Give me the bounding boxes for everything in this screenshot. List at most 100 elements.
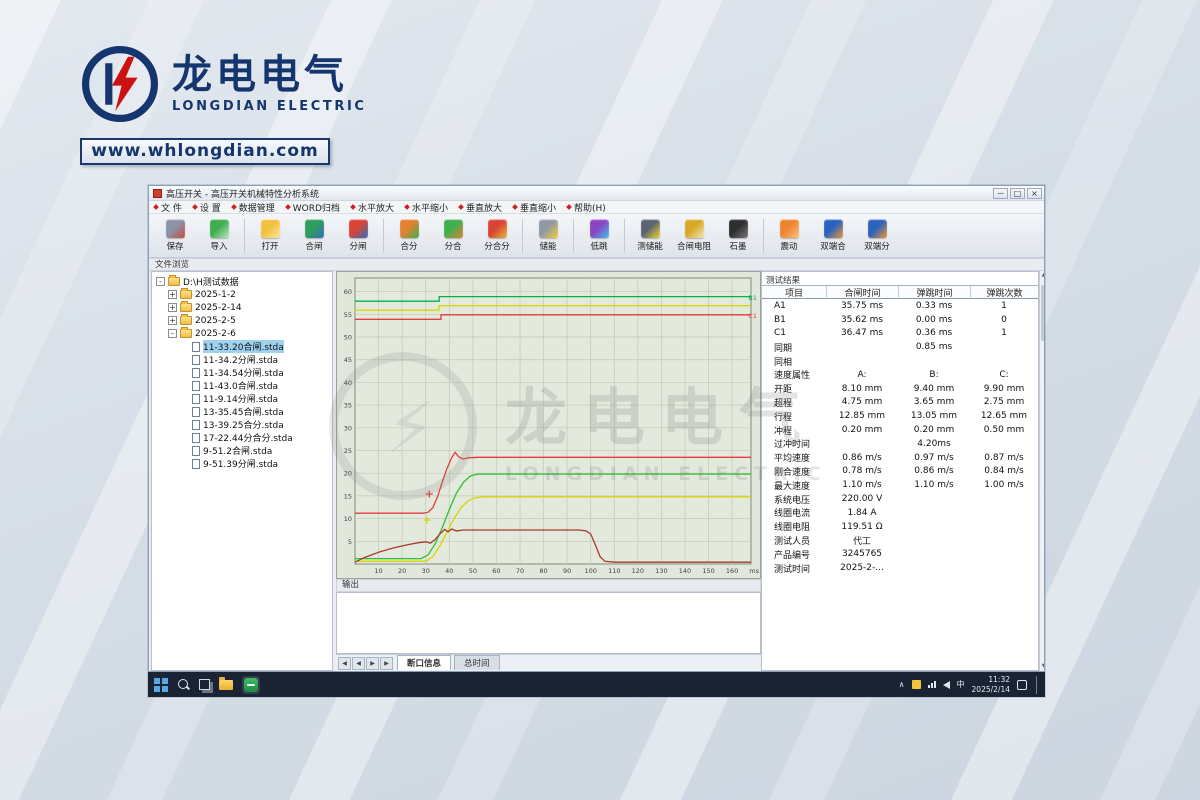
svg-text:140: 140 [679, 567, 691, 575]
svg-text:25: 25 [344, 447, 352, 455]
toolbar-button-trip-switch[interactable]: 分闸 [336, 215, 380, 256]
toolbar-button-energy-storage[interactable]: 储能 [526, 215, 570, 256]
toolbar-button-dual-close[interactable]: 双端合 [811, 215, 855, 256]
brand-name-en: LONGDIAN ELECTRIC [172, 99, 367, 114]
menu-item[interactable]: 垂直放大 [459, 201, 502, 214]
tree-file[interactable]: 9-51.39分闸.stda [154, 457, 330, 470]
show-desktop-button[interactable] [1036, 676, 1039, 694]
tab-nav-button[interactable]: ▶ [380, 657, 393, 670]
toolbar-button-vibration[interactable]: 震动 [767, 215, 811, 256]
minimize-button[interactable]: － [993, 188, 1008, 199]
tab-nav-button[interactable]: ▶ [366, 657, 379, 670]
start-button-icon[interactable] [154, 678, 168, 692]
app-window: 高压开关 - 高压开关机械特性分析系统 － □ × 文 件设 置数据管理 WORD… [148, 185, 1045, 672]
tray-shield-icon[interactable] [912, 680, 921, 689]
results-caption: 测试结果 [762, 272, 1038, 285]
toolbar-button-import[interactable]: 导入 [197, 215, 241, 256]
scroll-down-arrow[interactable]: ▼ [1040, 662, 1045, 671]
file-explorer-icon[interactable] [219, 680, 233, 690]
desktop-screenshot: 高压开关 - 高压开关机械特性分析系统 － □ × 文 件设 置数据管理 WORD… [148, 185, 1045, 697]
tree-folder[interactable]: +2025-1-2 [154, 288, 330, 301]
menu-item[interactable]: 文 件 [154, 201, 182, 214]
svg-text:130: 130 [655, 567, 667, 575]
expand-icon[interactable]: + [168, 303, 177, 312]
brand-block: 龙电电气 LONGDIAN ELECTRIC www.whlongdian.co… [80, 44, 367, 165]
menu-item[interactable]: 设 置 [193, 201, 221, 214]
toolbar-button-close-trip[interactable]: 合分 [387, 215, 431, 256]
toolbar-button-trip-close-trip[interactable]: 分合分 [475, 215, 519, 256]
network-icon[interactable] [928, 681, 936, 688]
results-row: 同相 [762, 354, 1038, 368]
collapse-icon[interactable]: - [168, 329, 177, 338]
vertical-scrollbar[interactable]: ▲ ▼ [1039, 271, 1045, 671]
clock[interactable]: 11:32 2025/2/14 [972, 675, 1010, 694]
svg-text:10: 10 [374, 567, 382, 575]
results-value-cell: 0.20 mm [826, 425, 898, 435]
waveform-chart[interactable]: 5101520253035404550556010203040506070809… [336, 271, 761, 579]
expand-icon[interactable]: + [168, 290, 177, 299]
results-value-cell: 9.40 mm [898, 384, 970, 394]
menu-item-icon [231, 204, 237, 210]
menu-item[interactable]: 水平缩小 [405, 201, 448, 214]
output-area[interactable] [336, 592, 761, 654]
file-tree: -D:\H测试数据+2025-1-2+2025-2-14+2025-2-5-20… [152, 272, 332, 473]
toolbar-button-closing-resistor[interactable]: 合闸电阻 [672, 215, 716, 256]
tree-folder[interactable]: +2025-2-5 [154, 314, 330, 327]
tree-file[interactable]: 11-34.54分闸.stda [154, 366, 330, 379]
expand-icon[interactable]: + [168, 316, 177, 325]
results-row: 过冲时间4.20ms [762, 437, 1038, 451]
menu-item[interactable]: 数据管理 [232, 201, 275, 214]
toolbar-button-graphite[interactable]: 石墨 [716, 215, 760, 256]
menu-item[interactable]: 垂直缩小 [513, 201, 556, 214]
toolbar-button-dual-trip[interactable]: 双端分 [855, 215, 899, 256]
title-bar[interactable]: 高压开关 - 高压开关机械特性分析系统 － □ × [149, 186, 1044, 201]
results-header-cell: 项目 [762, 286, 826, 299]
maximize-button[interactable]: □ [1010, 188, 1025, 199]
tree-item-label: 9-51.2合闸.stda [203, 444, 272, 457]
tree-file[interactable]: 11-34.2分闸.stda [154, 353, 330, 366]
tab-nav-button[interactable]: ◀ [352, 657, 365, 670]
toolbar-button-save[interactable]: 保存 [153, 215, 197, 256]
tree-file[interactable]: 11-9.14分闸.stda [154, 392, 330, 405]
results-label-cell: 同期 [762, 341, 826, 354]
tree-file[interactable]: 9-51.2合闸.stda [154, 444, 330, 457]
search-icon[interactable] [177, 678, 190, 691]
notification-icon[interactable] [1017, 680, 1027, 690]
toolbar-button-trip-close[interactable]: 分合 [431, 215, 475, 256]
toolbar-button-close-switch[interactable]: 合闸 [292, 215, 336, 256]
scroll-up-arrow[interactable]: ▲ [1040, 271, 1045, 280]
close-button[interactable]: × [1027, 188, 1042, 199]
menu-item[interactable]: 帮助(H) [567, 201, 606, 214]
tree-file[interactable]: 13-35.45合闸.stda [154, 405, 330, 418]
toolbar-button-measure-energy[interactable]: 测储能 [628, 215, 672, 256]
menu-item[interactable]: WORD归档 [286, 201, 340, 214]
toolbar-button-low-voltage-trip[interactable]: 低跳 [577, 215, 621, 256]
toolbar-button-open-folder[interactable]: 打开 [248, 215, 292, 256]
tree-folder[interactable]: -2025-2-6 [154, 327, 330, 340]
tree-file[interactable]: 17-22.44分合分.stda [154, 431, 330, 444]
brand-name-cn: 龙电电气 [172, 54, 367, 96]
collapse-icon[interactable]: - [156, 277, 165, 286]
menu-item[interactable]: 水平放大 [351, 201, 394, 214]
tree-folder[interactable]: +2025-2-14 [154, 301, 330, 314]
tab-inactive[interactable]: 总时间 [454, 655, 500, 670]
results-panel: 测试结果 项目合闸时间弹跳时间弹跳次数A135.75 ms0.33 ms1B13… [761, 271, 1039, 671]
results-header-cell: 弹跳次数 [970, 286, 1038, 299]
tree-file[interactable]: 11-33.20合闸.stda [154, 340, 330, 353]
tree-file[interactable]: 13-39.25合分.stda [154, 418, 330, 431]
ime-indicator[interactable]: 中 [957, 679, 965, 690]
results-value-cell: 0.33 ms [898, 301, 970, 311]
scrollbar-thumb[interactable] [1041, 285, 1045, 341]
folder-icon [180, 316, 192, 325]
tab-active[interactable]: 断口信息 [397, 655, 451, 670]
results-row: 系统电压220.00 V [762, 492, 1038, 506]
tray-chevron-icon[interactable]: ∧ [899, 680, 905, 689]
tree-root[interactable]: -D:\H测试数据 [154, 275, 330, 288]
tab-nav-button[interactable]: ◀ [338, 657, 351, 670]
task-view-icon[interactable] [199, 679, 210, 690]
tree-file[interactable]: 11-43.0合闸.stda [154, 379, 330, 392]
toolbar-button-label: 低跳 [590, 240, 607, 252]
active-app-slot[interactable] [242, 676, 260, 694]
tree-item-label: 11-34.2分闸.stda [203, 353, 278, 366]
volume-icon[interactable] [943, 681, 950, 689]
